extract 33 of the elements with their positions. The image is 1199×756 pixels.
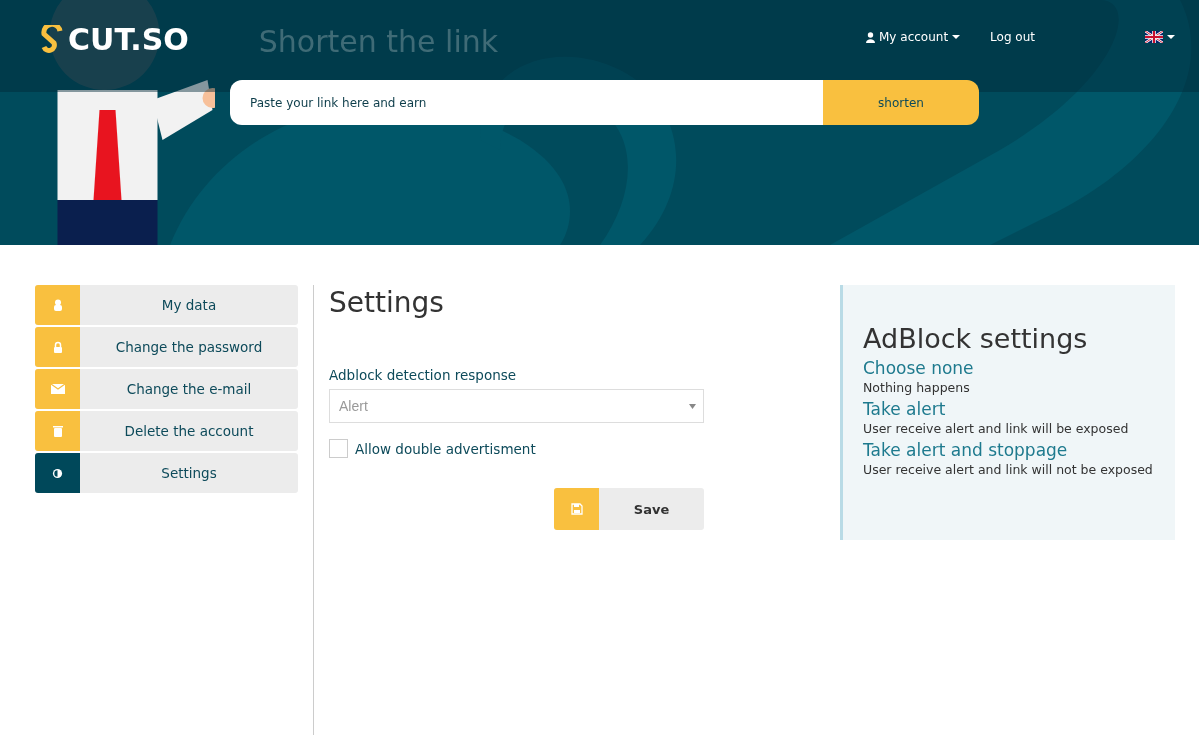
field-label: Adblock detection response bbox=[329, 367, 518, 383]
shorten-button[interactable]: shorten bbox=[823, 80, 979, 125]
sidebar-item[interactable]: Delete the account bbox=[35, 411, 298, 451]
logout-link[interactable]: Log out bbox=[990, 30, 1035, 44]
hook-icon bbox=[40, 24, 64, 55]
trash-icon bbox=[52, 425, 63, 437]
settings-heading: Settings bbox=[329, 285, 445, 321]
my-account-menu[interactable]: My account bbox=[866, 30, 961, 44]
option-description: User receive alert and link will be exposed bbox=[863, 421, 1130, 436]
page-title: Shorten the link bbox=[258, 24, 499, 59]
link-input-field[interactable]: Paste your link here and earn bbox=[230, 80, 823, 125]
sidebar-item[interactable]: Settings bbox=[35, 453, 298, 493]
logo[interactable]: CUT.SO bbox=[40, 22, 189, 57]
option-title: Take alert bbox=[863, 399, 947, 419]
option-description: User receive alert and link will not be exposed bbox=[863, 462, 1154, 477]
mail-icon bbox=[50, 384, 65, 394]
checkbox-label: Allow double advertisment bbox=[355, 440, 536, 457]
uk-flag-icon bbox=[1145, 31, 1163, 43]
sidebar-item[interactable]: My data bbox=[35, 285, 298, 325]
option-title: Choose none bbox=[863, 358, 975, 378]
sidebar-item[interactable]: Change the password bbox=[35, 327, 298, 367]
lock-icon bbox=[52, 341, 63, 353]
checkbox[interactable] bbox=[329, 439, 348, 458]
user-icon bbox=[866, 31, 875, 43]
panel-heading: AdBlock settings bbox=[863, 323, 1089, 354]
dropdown-arrow-icon bbox=[689, 403, 696, 409]
user-icon bbox=[52, 299, 63, 311]
save-button[interactable]: Save bbox=[554, 488, 704, 530]
contrast-icon bbox=[52, 467, 63, 479]
option-title: Take alert and stoppage bbox=[863, 440, 1069, 460]
language-menu[interactable] bbox=[1145, 31, 1175, 43]
option-description: Nothing happens bbox=[863, 380, 971, 395]
sidebar-item[interactable]: Change the e-mail bbox=[35, 369, 298, 409]
